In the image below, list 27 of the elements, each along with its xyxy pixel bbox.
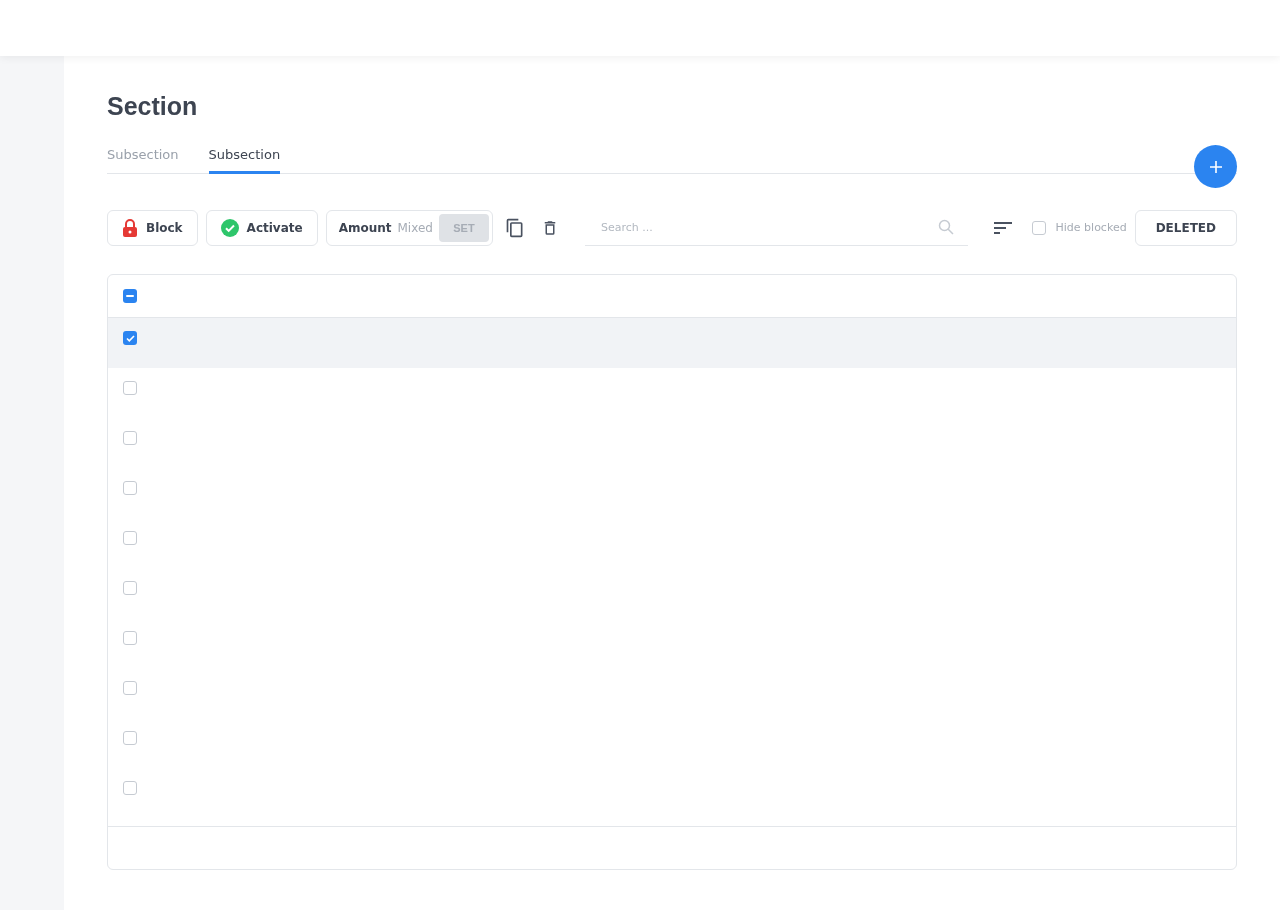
checkbox[interactable] <box>123 331 137 345</box>
hide-blocked-label: Hide blocked <box>1055 221 1127 234</box>
checkbox[interactable] <box>123 289 137 303</box>
tab[interactable]: Subsection <box>208 147 281 174</box>
checkbox[interactable] <box>123 681 137 695</box>
checkbox[interactable] <box>123 481 137 495</box>
deleted-button[interactable]: DELETED <box>1134 209 1237 246</box>
page-title: Section <box>107 92 199 121</box>
check-circle-icon <box>220 218 239 237</box>
add-button[interactable] <box>1194 145 1237 188</box>
block-button[interactable]: Block <box>107 209 198 246</box>
checkbox[interactable] <box>123 581 137 595</box>
checkbox[interactable] <box>123 381 137 395</box>
plus-icon <box>1208 159 1223 174</box>
checkbox[interactable] <box>123 431 137 445</box>
activate-button[interactable]: Activate <box>205 209 318 246</box>
lock-icon <box>122 218 138 237</box>
checkbox[interactable] <box>123 531 137 545</box>
amount-label: Amount <box>338 220 392 235</box>
checkbox[interactable] <box>1031 220 1046 235</box>
checkbox[interactable] <box>123 631 137 645</box>
search-icon <box>937 219 954 235</box>
amount-value: Mixed <box>397 220 433 235</box>
checkbox[interactable] <box>123 781 137 795</box>
checkbox[interactable] <box>123 731 137 745</box>
check-icon <box>125 334 135 342</box>
minus-icon <box>126 295 134 297</box>
